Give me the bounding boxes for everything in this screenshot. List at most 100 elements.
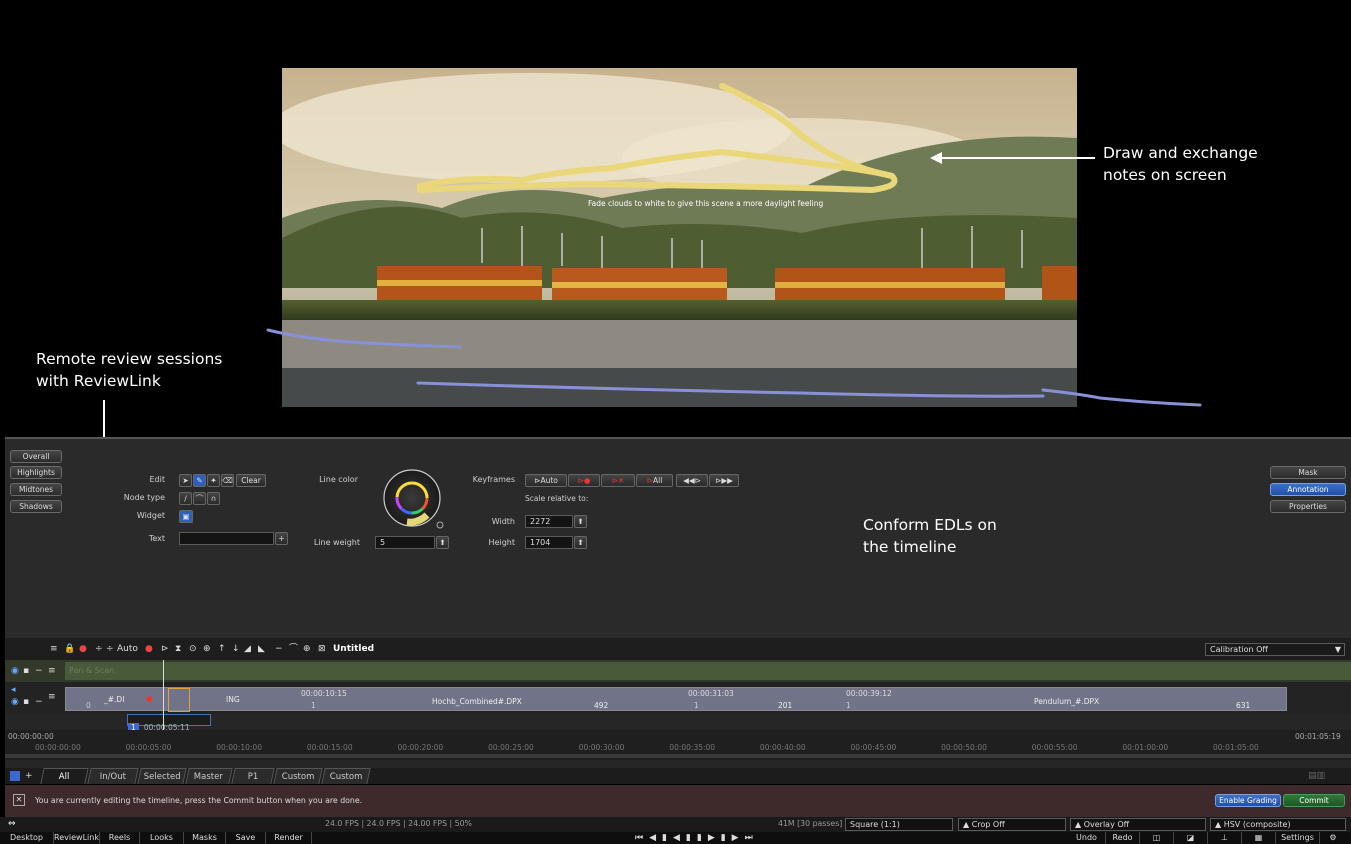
lock-icon[interactable]: 🔒 [64, 643, 75, 655]
keyframe-prev-button[interactable]: ◀◀⊳ [676, 474, 708, 487]
keyframe-delete-all-button[interactable]: ⊳All [636, 474, 673, 487]
tab-shadows[interactable]: Shadows [10, 500, 62, 513]
minus-icon[interactable]: − [275, 643, 283, 655]
bin-tab-p1[interactable]: P1 [231, 768, 275, 784]
close-icon[interactable]: ⊠ [318, 643, 326, 655]
clip-strip[interactable]: _#.DI ● ING 00:00:10:15 Hochb_Combined#.… [65, 687, 1287, 712]
close-message-icon[interactable]: ✕ [13, 794, 25, 806]
eye-icon[interactable]: ◉ [11, 696, 19, 708]
step-forward-icon[interactable]: ▮▶ [721, 833, 745, 843]
pixel-aspect-select[interactable]: Square (1:1) [845, 818, 953, 831]
line-weight-field[interactable]: 5 [375, 536, 435, 549]
timeline-ruler[interactable]: 00:00:00:00 00:01:05:19 00:00:00:00 00:00… [5, 730, 1351, 760]
bin-tab-custom[interactable]: Custom [321, 768, 371, 784]
node-type-linear-icon[interactable]: ∕ [179, 492, 192, 505]
scope-icon[interactable]: ⊥ [1208, 832, 1242, 844]
pause-icon[interactable]: ▮▮ [686, 833, 708, 843]
arc-icon[interactable]: ⌒ [289, 643, 298, 655]
add-text-icon[interactable]: + [275, 532, 288, 545]
nav-reels-button[interactable]: Reels [100, 832, 140, 844]
wand-tool-icon[interactable]: ✦ [207, 474, 220, 487]
width-field[interactable]: 2272 [525, 515, 573, 528]
color-wheel[interactable] [383, 469, 445, 535]
erase-tool-icon[interactable]: ⌫ [221, 474, 234, 487]
color-icon[interactable]: ● [79, 643, 87, 655]
enable-grading-button[interactable]: Enable Grading [1215, 794, 1281, 807]
bin-tab-custom[interactable]: Custom [273, 768, 323, 784]
bin-tab-master[interactable]: Master [185, 768, 233, 784]
plus-icon[interactable]: ⊕ [303, 643, 311, 655]
overlay-select[interactable]: ▲ Overlay Off [1070, 818, 1206, 831]
nav-render-button[interactable]: Render [266, 832, 312, 844]
keyframe-add-button[interactable]: ⊳● [568, 474, 600, 487]
keyframe-delete-button[interactable]: ⊳✕ [601, 474, 635, 487]
timeline[interactable]: ≡ 🔒 ● ÷ ÷ Auto ● ⊳ ⧗ ⊙ ⊕ ↑ ↓ ◢ ◣ − ⌒ ⊕ ⊠… [5, 638, 1351, 768]
tab-mask[interactable]: Mask [1270, 466, 1346, 479]
bin-icon[interactable] [10, 771, 20, 781]
pan-scan-bar[interactable]: Pan & Scan [65, 662, 1351, 680]
add-bin-icon[interactable]: + [25, 770, 33, 782]
ramp-down-icon[interactable]: ◣ [258, 643, 265, 655]
tab-highlights[interactable]: Highlights [10, 466, 62, 479]
colorspace-select[interactable]: ▲ HSV (composite) [1210, 818, 1346, 831]
text-input[interactable] [179, 532, 274, 545]
snapshot-icon[interactable]: ◫ [1140, 832, 1174, 844]
step-back-icon[interactable]: ◀▮ [649, 833, 673, 843]
color-picker-icon[interactable]: ● [145, 643, 153, 655]
swap-icon[interactable]: ⇔ [8, 818, 16, 830]
playhead[interactable] [163, 660, 164, 730]
record-icon[interactable]: ⊙ [189, 643, 197, 655]
split-icon[interactable]: ÷ [95, 643, 103, 655]
tab-overall[interactable]: Overall [10, 450, 62, 463]
tab-midtones[interactable]: Midtones [10, 483, 62, 496]
line-weight-stepper-icon[interactable]: ⬆ [436, 536, 449, 549]
widget-icon[interactable]: ▣ [179, 510, 193, 523]
play-icon[interactable]: ▶ [708, 833, 721, 843]
bin-tab-in-out[interactable]: In/Out [87, 768, 139, 784]
bin-tab-all[interactable]: All [40, 768, 89, 784]
up-arrow-icon[interactable]: ↑ [218, 643, 226, 655]
node-type-curve-icon[interactable]: ⌒ [193, 492, 206, 505]
cursor-timecode[interactable]: 1 00:00:05:11 [127, 714, 211, 732]
image-viewer[interactable]: Fade clouds to white to give this scene … [0, 0, 1351, 437]
flag-icon[interactable]: ⊳ [161, 643, 169, 655]
panel-layout-icon[interactable]: ▤▥ [1308, 770, 1325, 782]
play-reverse-icon[interactable]: ◀ [673, 833, 686, 843]
height-stepper-icon[interactable]: ⬆ [574, 536, 587, 549]
gear-icon[interactable]: ⚙ [1320, 832, 1346, 844]
width-stepper-icon[interactable]: ⬆ [574, 515, 587, 528]
pan-scan-track[interactable]: ◉ ▪ − ≡ Pan & Scan [5, 660, 1351, 682]
commit-button[interactable]: Commit [1283, 794, 1345, 807]
select-tool-icon[interactable]: ➤ [179, 474, 192, 487]
video-track[interactable]: ◂ ◉ ▪ − ≡ _#.DI ● ING 00:00:10:15 Hochb_… [5, 682, 1351, 714]
minus-icon[interactable]: − [35, 696, 43, 708]
timeline-scrollbar[interactable] [5, 754, 1351, 758]
menu-icon[interactable]: ≡ [48, 665, 56, 677]
node-type-smooth-icon[interactable]: ∩ [207, 492, 220, 505]
keyframe-next-button[interactable]: ⊳▶▶ [709, 474, 739, 487]
keyframe-auto-button[interactable]: ⊳Auto [525, 474, 567, 487]
audio-icon[interactable]: ◂ [11, 684, 16, 696]
auto-label[interactable]: Auto [117, 643, 138, 655]
redo-button[interactable]: Redo [1106, 832, 1140, 844]
undo-button[interactable]: Undo [1068, 832, 1106, 844]
nav-looks-button[interactable]: Looks [140, 832, 184, 844]
eye-icon[interactable]: ◉ [11, 665, 19, 677]
tab-properties[interactable]: Properties [1270, 500, 1346, 513]
nav-masks-button[interactable]: Masks [184, 832, 226, 844]
ramp-up-icon[interactable]: ◢ [244, 643, 251, 655]
draw-tool-icon[interactable]: ✎ [193, 474, 206, 487]
split-auto-icon[interactable]: ÷ [106, 643, 114, 655]
minus-icon[interactable]: − [35, 665, 43, 677]
lock-icon[interactable]: ▪ [23, 665, 29, 677]
height-field[interactable]: 1704 [525, 536, 573, 549]
go-to-end-icon[interactable]: ⏭ [745, 833, 759, 843]
crop-select[interactable]: ▲ Crop Off [958, 818, 1066, 831]
hourglass-icon[interactable]: ⧗ [175, 643, 181, 655]
grid-icon[interactable]: ▦ [1242, 832, 1276, 844]
go-to-start-icon[interactable]: ⏮ [635, 833, 649, 843]
down-arrow-icon[interactable]: ↓ [232, 643, 240, 655]
settings-button[interactable]: Settings [1276, 832, 1320, 844]
calibration-select[interactable]: Calibration Off ▼ [1205, 643, 1345, 656]
target-icon[interactable]: ⊕ [203, 643, 211, 655]
